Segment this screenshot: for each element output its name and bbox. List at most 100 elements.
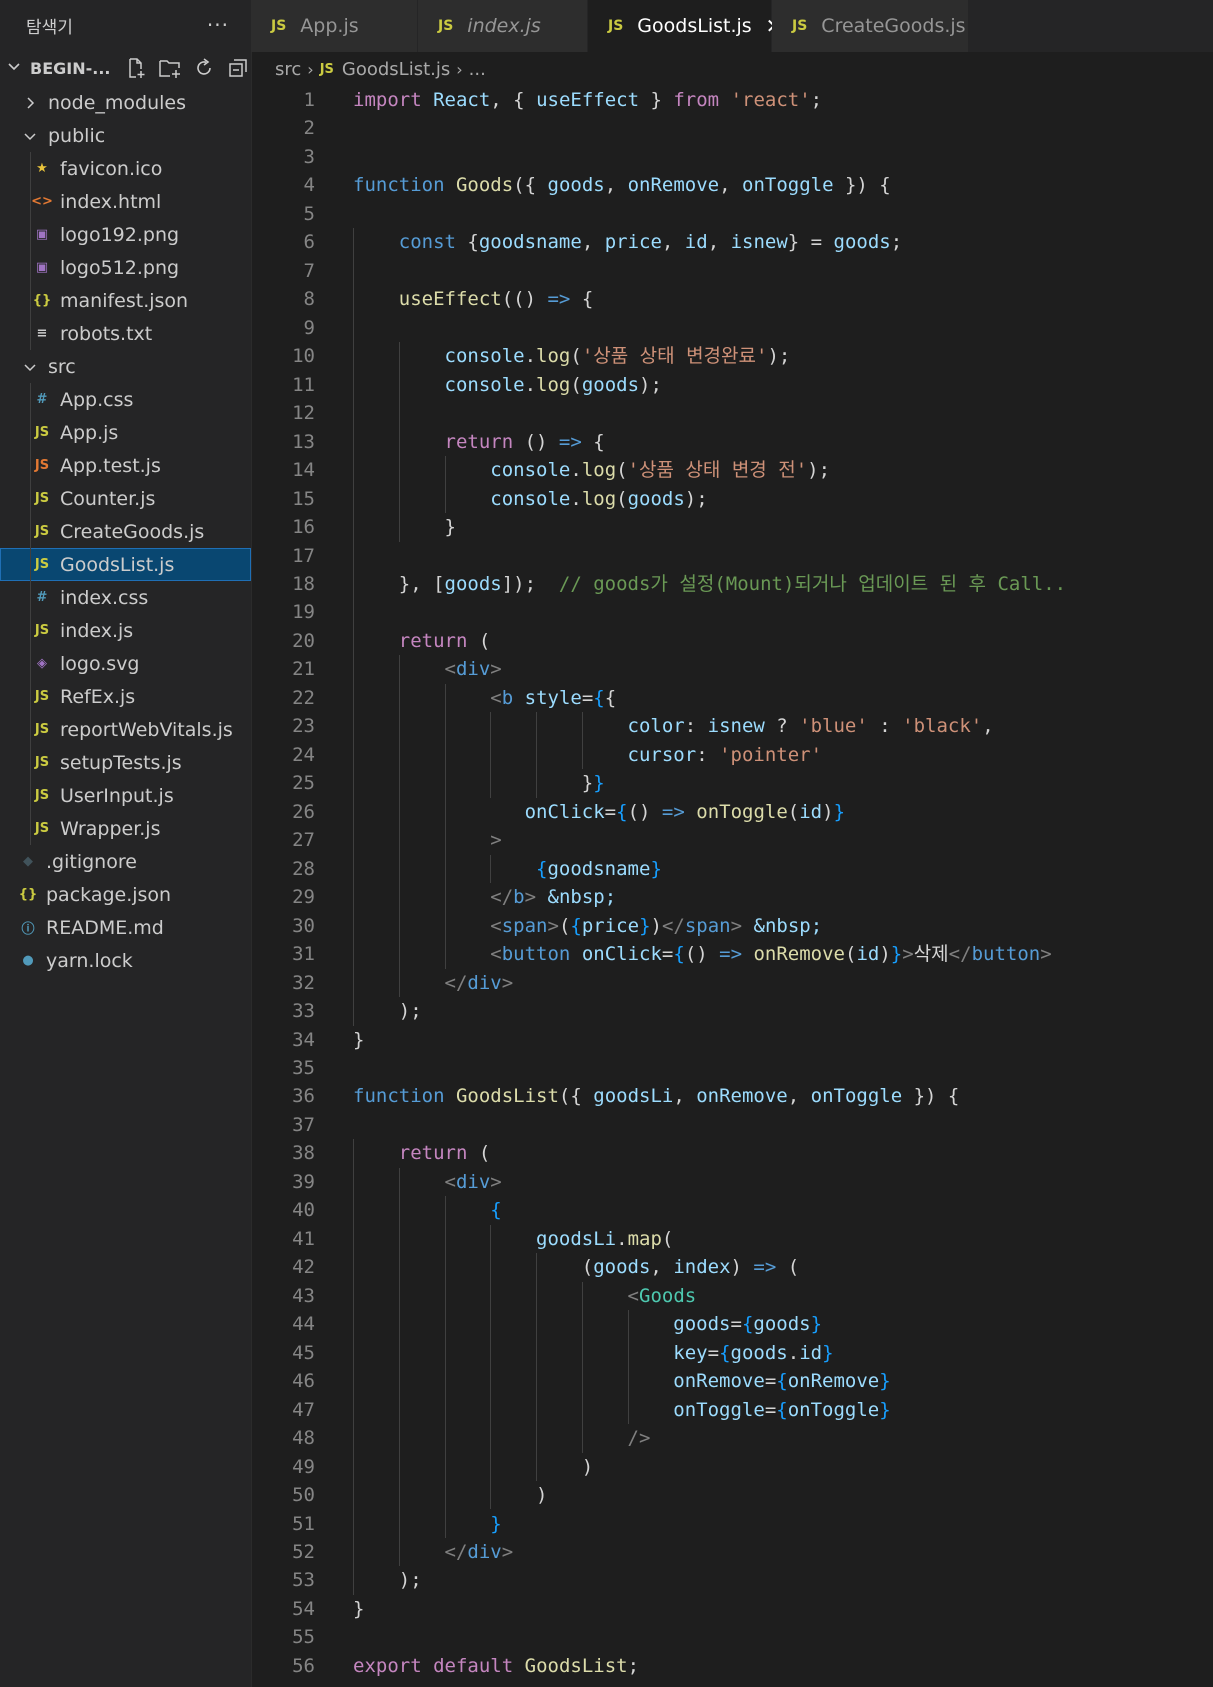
- tab-app-js[interactable]: JS App.js: [251, 0, 418, 52]
- js-icon: JS: [34, 557, 50, 572]
- code-text: cursor: 'pointer': [353, 741, 822, 769]
- line-number: 44: [292, 1313, 315, 1336]
- tree-item-label: node_modules: [48, 91, 187, 114]
- file-item[interactable]: JS UserInput.js: [0, 779, 251, 812]
- code-token: div: [455, 658, 491, 681]
- js-file-icon: JS: [792, 18, 808, 34]
- file-item[interactable]: JS Counter.js: [0, 482, 251, 515]
- code-token: price: [581, 914, 640, 937]
- file-item[interactable]: JS GoodsList.js: [0, 548, 251, 581]
- chevron-down-icon[interactable]: [4, 58, 24, 78]
- new-file-icon[interactable]: [124, 56, 148, 80]
- file-item[interactable]: JS setupTests.js: [0, 746, 251, 779]
- code-token: .: [616, 1227, 628, 1250]
- file-item[interactable]: ◆ .gitignore: [0, 845, 251, 878]
- file-item[interactable]: JS App.test.js: [0, 449, 251, 482]
- js-file-icon: JS: [319, 61, 334, 77]
- code-line: 51 }: [251, 1510, 1213, 1538]
- code-token: 'react': [730, 89, 811, 111]
- file-item[interactable]: ◈ logo.svg: [0, 647, 251, 680]
- code-editor[interactable]: 1 import React, { useEffect } from 'react…: [251, 86, 1213, 1687]
- breadcrumb-folder[interactable]: src: [275, 59, 301, 80]
- file-item[interactable]: ● yarn.lock: [0, 944, 251, 977]
- refresh-icon[interactable]: [192, 56, 216, 80]
- folder-node-modules[interactable]: node_modules: [0, 86, 251, 119]
- code-line: 52 </div>: [251, 1538, 1213, 1566]
- file-item[interactable]: ⓘ README.md: [0, 911, 251, 944]
- file-item[interactable]: ≡ robots.txt: [0, 317, 251, 350]
- code-text: return () => {: [353, 428, 605, 456]
- file-item[interactable]: <> index.html: [0, 185, 251, 218]
- code-token: >: [902, 943, 914, 966]
- code-token: </: [948, 943, 972, 966]
- code-token: div: [467, 971, 502, 994]
- file-item[interactable]: JS CreateGoods.js: [0, 515, 251, 548]
- line-number: 8: [303, 288, 315, 311]
- line-number: 42: [292, 1256, 315, 1279]
- explorer-actions: [124, 56, 250, 80]
- file-item[interactable]: ★ favicon.ico: [0, 152, 251, 185]
- file-item[interactable]: JS Wrapper.js: [0, 812, 251, 845]
- line-number: 20: [292, 629, 315, 652]
- code-token: ]);: [501, 572, 559, 595]
- file-item[interactable]: {} manifest.json: [0, 284, 251, 317]
- file-item[interactable]: JS index.js: [0, 614, 251, 647]
- code-token: index: [673, 1256, 731, 1279]
- more-actions-icon[interactable]: ···: [207, 13, 229, 37]
- collapse-all-icon[interactable]: [226, 56, 250, 80]
- code-token: log: [536, 345, 571, 368]
- file-item[interactable]: JS RefEx.js: [0, 680, 251, 713]
- breadcrumb-file[interactable]: GoodsList.js: [342, 59, 450, 80]
- tab-creategoods-js[interactable]: JS CreateGoods.js: [772, 0, 969, 52]
- file-item[interactable]: ▣ logo192.png: [0, 218, 251, 251]
- code-token: '상품 상태 변경완료': [581, 345, 768, 368]
- chevron-down-icon[interactable]: [22, 360, 38, 374]
- code-token: price: [604, 231, 662, 254]
- indent-guide: [30, 746, 31, 779]
- workspace-root-label: BEGIN-...: [30, 58, 111, 78]
- file-item[interactable]: ▣ logo512.png: [0, 251, 251, 284]
- code-token: , {: [490, 89, 537, 111]
- indent-guide: [30, 779, 31, 812]
- code-token: GoodsList: [524, 1654, 628, 1677]
- folder-public[interactable]: public: [0, 119, 251, 152]
- code-token: {: [490, 1199, 502, 1222]
- code-line: 34}: [251, 1026, 1213, 1054]
- tree-item-label: logo192.png: [60, 223, 180, 246]
- file-item[interactable]: {} package.json: [0, 878, 251, 911]
- code-token: }: [353, 1028, 365, 1051]
- code-token: '상품 상태 변경 전': [627, 459, 808, 482]
- line-number: 14: [292, 459, 315, 482]
- code-token: (: [570, 345, 582, 368]
- code-token: }) {: [902, 1085, 960, 1108]
- file-item[interactable]: # index.css: [0, 581, 251, 614]
- js-icon: JS: [34, 623, 50, 638]
- chevron-right-icon[interactable]: [22, 96, 38, 110]
- line-number: 5: [303, 202, 315, 225]
- new-folder-icon[interactable]: [158, 56, 182, 80]
- chevron-down-icon[interactable]: [22, 129, 38, 143]
- code-token: b: [513, 886, 525, 909]
- folder-src[interactable]: src: [0, 350, 251, 383]
- code-token: log: [581, 487, 617, 510]
- code-token: <: [490, 914, 502, 937]
- file-item[interactable]: JS reportWebVitals.js: [0, 713, 251, 746]
- code-token: >: [490, 658, 502, 681]
- explorer-title: 탐색기: [26, 17, 73, 38]
- tab-index-js[interactable]: JS index.js: [418, 0, 588, 52]
- breadcrumb-symbols[interactable]: ...: [469, 59, 486, 80]
- workspace-root[interactable]: BEGIN-...: [0, 50, 251, 86]
- code-token: );: [767, 345, 791, 368]
- file-item[interactable]: JS App.js: [0, 416, 251, 449]
- code-token: (: [661, 1227, 674, 1250]
- line-number: 32: [292, 971, 315, 994]
- line-number: 51: [292, 1512, 315, 1535]
- code-token: </: [444, 1540, 468, 1563]
- file-item[interactable]: # App.css: [0, 383, 251, 416]
- tab-goodslist-js[interactable]: JSGoodsList.js✕: [588, 0, 782, 52]
- code-token: =: [730, 1313, 742, 1336]
